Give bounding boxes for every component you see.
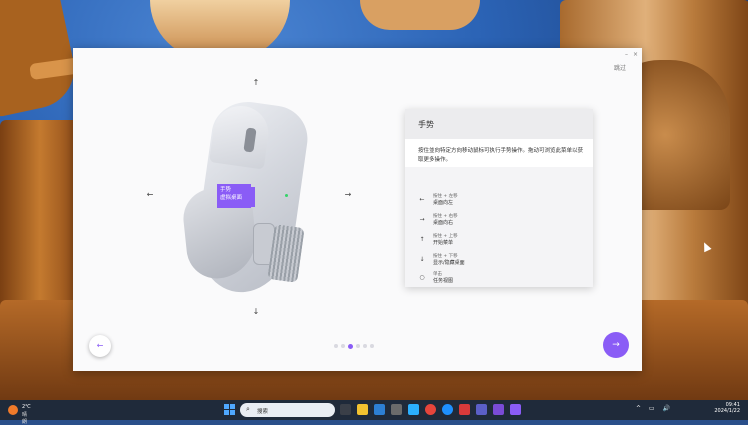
page-dot[interactable]	[370, 344, 374, 348]
onenote-icon[interactable]	[493, 404, 504, 415]
file-explorer-icon[interactable]	[357, 404, 368, 415]
arrow-right-icon: →	[419, 216, 425, 223]
mouse-thumb-wheel	[267, 224, 305, 283]
system-tray-icons[interactable]: ^ ▭ 🔊	[636, 405, 673, 412]
weather-description: 晴朗	[22, 412, 28, 425]
weather-icon	[8, 405, 18, 415]
gesture-action: 显示/隐藏桌面	[433, 260, 465, 266]
gesture-item-left[interactable]: ← 按住 + 左移 桌面向左	[418, 193, 578, 207]
clock[interactable]: 09:41 2024/1/22	[714, 402, 740, 414]
back-button[interactable]: ←	[89, 335, 111, 357]
wallpaper-arch	[360, 0, 480, 30]
gesture-action: 开始菜单	[433, 240, 454, 246]
weather-temperature: 2℃	[22, 404, 31, 410]
gesture-panel-header: 手势	[405, 109, 593, 139]
store-icon[interactable]	[374, 404, 385, 415]
task-view-icon[interactable]	[340, 404, 351, 415]
arrow-left-icon: ←	[419, 196, 425, 203]
gesture-label-title: 手势	[220, 187, 232, 193]
gesture-panel-title: 手势	[418, 120, 434, 129]
arrow-up-icon: ↑	[419, 236, 425, 243]
arrow-down-icon: ↓	[252, 307, 260, 316]
page-dot[interactable]	[356, 344, 360, 348]
gesture-action: 任务视图	[433, 278, 454, 284]
search-placeholder: 搜索	[257, 409, 269, 415]
minimize-button[interactable]: –	[625, 51, 628, 58]
page-dot[interactable]	[334, 344, 338, 348]
taskbar: 2℃ 晴朗 ⌕ 搜索 ^ ▭ 🔊 09:41 2024/1/22	[0, 400, 748, 425]
chrome-icon[interactable]	[425, 404, 436, 415]
close-button[interactable]: ×	[633, 51, 638, 58]
gesture-item-up[interactable]: ↑ 按住 + 上移 开始菜单	[418, 233, 578, 247]
gesture-setup-dialog: – × 跳过 ↑ ↓ ← → 手势 虚拟桌面 手势 按住並向特定方向移动鼠标可执…	[73, 48, 642, 371]
gesture-label-subtitle: 虚拟桌面	[220, 195, 243, 201]
arrow-right-icon: →	[344, 190, 352, 199]
page-dot[interactable]	[341, 344, 345, 348]
status-led	[285, 194, 288, 197]
arrow-down-icon: ↓	[419, 256, 425, 263]
teams-icon[interactable]	[476, 404, 487, 415]
wps-icon[interactable]	[459, 404, 470, 415]
gesture-item-right[interactable]: → 按住 + 右移 桌面向右	[418, 213, 578, 227]
circle-icon: ○	[419, 274, 425, 281]
edge-icon[interactable]	[442, 404, 453, 415]
logi-options-icon[interactable]	[510, 404, 521, 415]
next-button[interactable]: →	[603, 332, 629, 358]
gesture-item-click[interactable]: ○ 单击 任务视图	[418, 271, 578, 285]
start-button[interactable]	[224, 404, 236, 416]
search-icon: ⌕	[246, 405, 250, 413]
clock-date: 2024/1/22	[714, 408, 740, 414]
app-icon[interactable]	[391, 404, 402, 415]
page-indicator	[334, 342, 377, 349]
photos-icon[interactable]	[408, 404, 419, 415]
gesture-button-label: 手势 虚拟桌面	[217, 184, 251, 208]
page-dot-active[interactable]	[348, 343, 353, 349]
gesture-item-down[interactable]: ↓ 按住 + 下移 显示/隐藏桌面	[418, 253, 578, 267]
page-dot[interactable]	[363, 344, 367, 348]
arrow-left-icon: ←	[146, 190, 154, 199]
gesture-action: 桌面向左	[433, 200, 454, 206]
skip-link[interactable]: 跳过	[614, 63, 626, 72]
gesture-action: 桌面向右	[433, 220, 454, 226]
gesture-panel-description: 按住並向特定方向移动鼠标可执行手势操作。拖动可浏览此菜单以获取更多操作。	[418, 148, 584, 163]
gesture-list	[405, 167, 593, 287]
gesture-panel: 手势 按住並向特定方向移动鼠标可执行手势操作。拖动可浏览此菜单以获取更多操作。 …	[405, 109, 593, 287]
taskbar-search[interactable]: ⌕ 搜索	[240, 403, 335, 417]
arrow-up-icon: ↑	[252, 78, 260, 87]
